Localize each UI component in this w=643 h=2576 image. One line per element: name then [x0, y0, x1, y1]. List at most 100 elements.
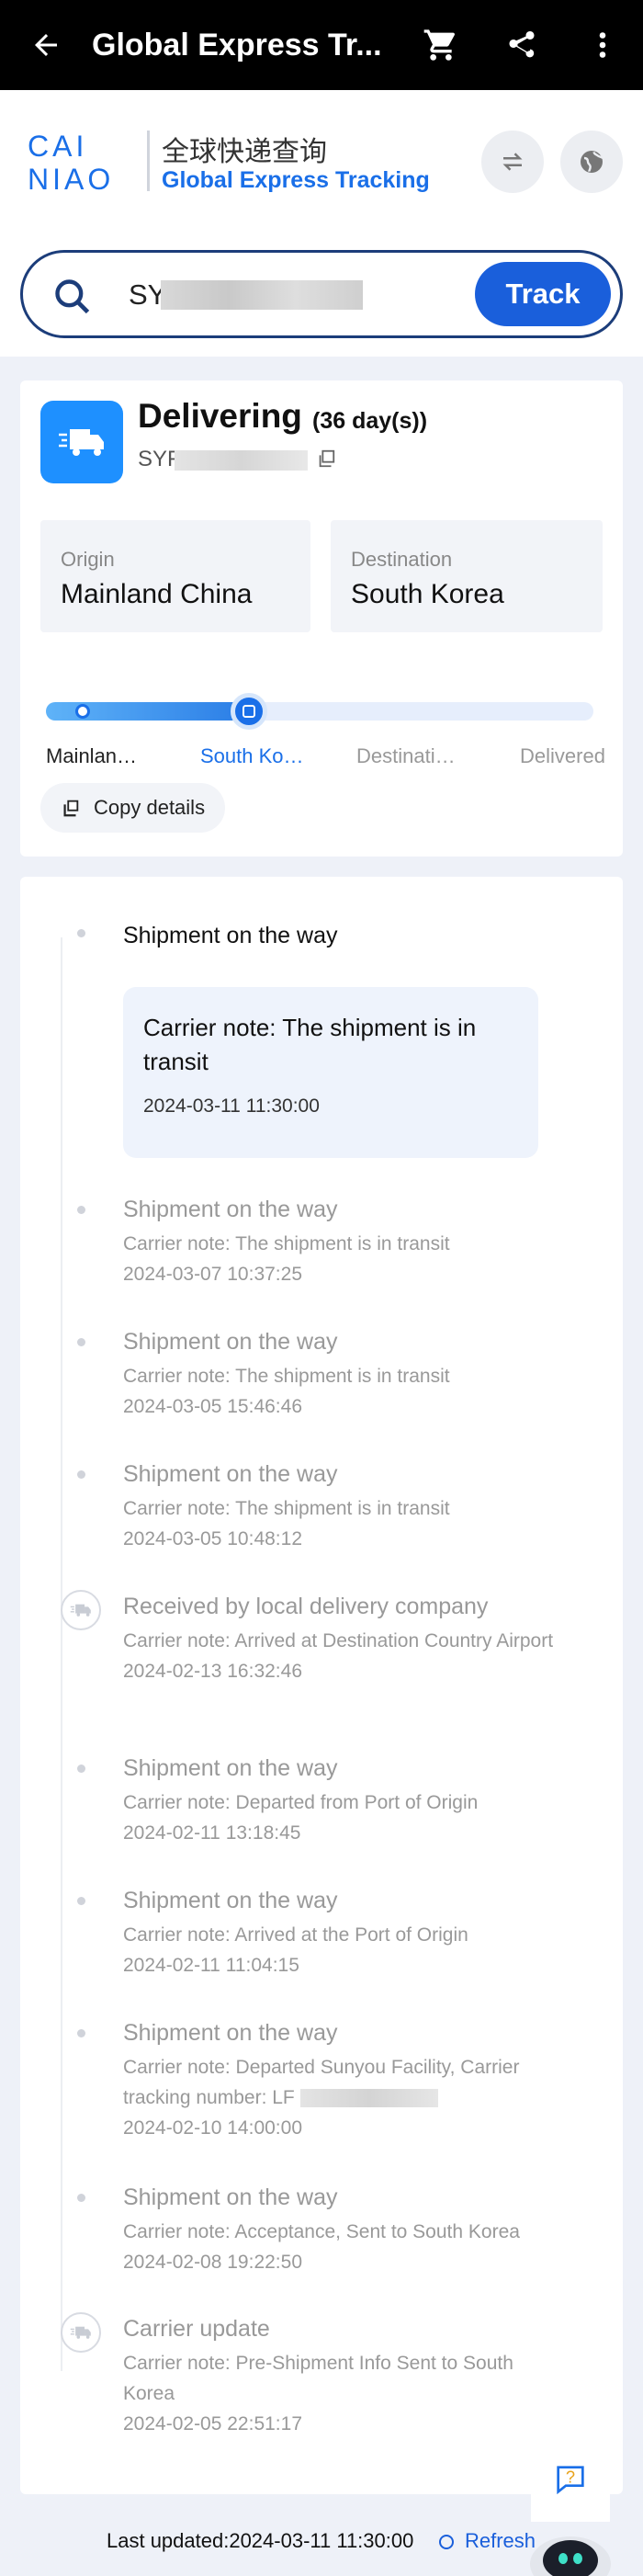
event-title: Shipment on the way — [123, 1888, 338, 1913]
stage-label: South Ko… — [200, 744, 304, 767]
status-card: Delivering (36 day(s)) SYF Origin Mainla… — [20, 380, 623, 857]
timeline-event: Shipment on the way Carrier note: Arrive… — [123, 1888, 555, 1980]
cart-icon — [423, 29, 456, 61]
stage-label: Delivered — [520, 744, 605, 767]
timeline-line — [61, 937, 62, 2371]
event-note: Carrier note: Acceptance, Sent to South … — [123, 2221, 520, 2242]
timeline-dot — [77, 1338, 85, 1346]
copy-details-icon — [63, 800, 79, 817]
truck-icon — [59, 429, 104, 456]
timeline-dot — [77, 1206, 85, 1214]
truck-icon — [70, 1604, 91, 1617]
stage-label: Destinati… — [356, 744, 456, 767]
share-icon — [509, 31, 535, 58]
event-note: Carrier note: Departed from Port of Orig… — [123, 1792, 479, 1813]
globe-icon — [581, 151, 604, 173]
more-button[interactable] — [562, 0, 643, 90]
switch-button[interactable] — [481, 131, 544, 193]
event-note: Carrier note: The shipment is in transit — [123, 1498, 450, 1519]
box-icon — [243, 705, 255, 718]
language-button[interactable] — [560, 131, 623, 193]
more-vert-icon — [599, 32, 606, 58]
event-time: 2024-02-11 11:04:15 — [123, 1955, 299, 1976]
copy-details-button[interactable]: Copy details — [40, 783, 226, 833]
destination-box: Destination South Korea — [331, 520, 603, 632]
timeline-dot — [77, 1470, 85, 1479]
event-time: 2024-03-05 10:48:12 — [123, 1528, 302, 1549]
event-note: Carrier note: Departed Sunyou Facility, … — [123, 2052, 555, 2113]
stage-label: Mainlan… — [46, 744, 138, 767]
destination-value: South Korea — [351, 579, 504, 609]
brand-en-title: Global Express Tracking — [162, 167, 430, 193]
help-chat-icon: ? — [557, 2466, 584, 2495]
back-arrow-icon — [35, 34, 57, 56]
share-button[interactable] — [481, 0, 562, 90]
event-note: Carrier note: Arrived at Destination Cou… — [123, 1630, 554, 1651]
svg-text:NIAO: NIAO — [28, 163, 114, 193]
timeline-event: Shipment on the way Carrier note: Accept… — [123, 2184, 555, 2277]
delivery-truck-badge — [40, 401, 123, 483]
cainiao-logo: CAI NIAO — [28, 130, 114, 193]
app-bar: Global Express Tr... — [0, 0, 643, 90]
app-bar-title: Global Express Tr... — [92, 27, 382, 62]
timeline-truck-marker — [61, 2312, 101, 2353]
event-time: 2024-02-05 22:51:17 — [123, 2413, 302, 2434]
brand-cn-title: 全球快递查询 — [162, 136, 327, 168]
cart-button[interactable] — [400, 0, 481, 90]
event-title: Shipment on the way — [123, 1755, 338, 1781]
progress-origin-marker — [75, 704, 90, 719]
brand-header: CAI NIAO 全球快递查询 Global Express Tracking … — [0, 90, 643, 357]
event-note: Carrier note: Arrived at the Port of Ori… — [123, 1924, 468, 1946]
timeline-dot — [77, 2194, 85, 2202]
tracking-search-bar: SYF Track — [20, 250, 623, 338]
timeline-truck-marker — [61, 1590, 101, 1630]
search-icon — [55, 279, 90, 314]
status-title: Delivering — [138, 397, 302, 435]
timeline-dot — [77, 929, 85, 937]
timeline-dot — [77, 1897, 85, 1905]
timeline-event: Shipment on the way Carrier note: Depart… — [123, 2020, 555, 2143]
timeline-event: Shipment on the way Carrier note: The sh… — [123, 1197, 555, 1289]
event-title: Shipment on the way — [123, 1329, 338, 1355]
timeline-event: Shipment on the way Carrier note: Depart… — [123, 1755, 555, 1848]
copy-icon[interactable] — [316, 448, 336, 469]
latest-event-time: 2024-03-11 11:30:00 — [143, 1095, 320, 1117]
event-time: 2024-03-05 15:46:46 — [123, 1396, 302, 1417]
svg-text:?: ? — [566, 2467, 575, 2486]
event-time: 2024-02-08 19:22:50 — [123, 2252, 302, 2273]
event-title: Shipment on the way — [123, 1461, 338, 1487]
event-time: 2024-03-07 10:37:25 — [123, 1264, 302, 1285]
event-note: Carrier note: The shipment is in transit — [123, 1233, 450, 1254]
track-button[interactable]: Track — [475, 262, 611, 326]
destination-label: Destination — [351, 548, 453, 571]
redacted-carrier-number — [299, 2089, 438, 2108]
origin-box: Origin Mainland China — [40, 520, 310, 632]
timeline-event: Shipment on the way Carrier note: The sh… — [123, 1329, 555, 1422]
redacted-tracking-number — [161, 280, 363, 310]
latest-event-box: Carrier note: The shipment is in transit… — [123, 987, 538, 1158]
redacted-number — [175, 450, 308, 471]
event-note: Carrier note: The shipment is in transit — [123, 1366, 450, 1387]
progress-current-marker — [231, 693, 267, 730]
event-title: Received by local delivery company — [123, 1594, 489, 1619]
event-title: Shipment on the way — [123, 2020, 338, 2046]
assistant-robot-icon[interactable] — [520, 2518, 621, 2576]
origin-value: Mainland China — [61, 579, 253, 609]
status-days: (36 day(s)) — [312, 408, 428, 434]
timeline-dot — [77, 1765, 85, 1773]
event-title: Shipment on the way — [123, 2184, 338, 2210]
last-updated: Last updated:2024-03-11 11:30:00 — [107, 2529, 414, 2552]
event-title: Shipment on the way — [123, 1197, 338, 1222]
timeline-event: Received by local delivery company Carri… — [123, 1594, 555, 1686]
timeline-event: Shipment on the way Carrier note: The sh… — [123, 1461, 555, 1554]
timeline-dot — [77, 2029, 85, 2037]
svg-text:CAI: CAI — [28, 130, 87, 163]
timeline-event: Carrier update Carrier note: Pre-Shipmen… — [123, 2316, 555, 2439]
latest-event-note: Carrier note: The shipment is in transit — [143, 1014, 477, 1075]
copy-details-label: Copy details — [94, 796, 206, 819]
truck-icon — [70, 2326, 91, 2339]
origin-label: Origin — [61, 548, 115, 571]
swap-arrows-icon — [502, 153, 523, 171]
back-button[interactable] — [0, 0, 92, 90]
event-note: Carrier note: Pre-Shipment Info Sent to … — [123, 2353, 513, 2404]
